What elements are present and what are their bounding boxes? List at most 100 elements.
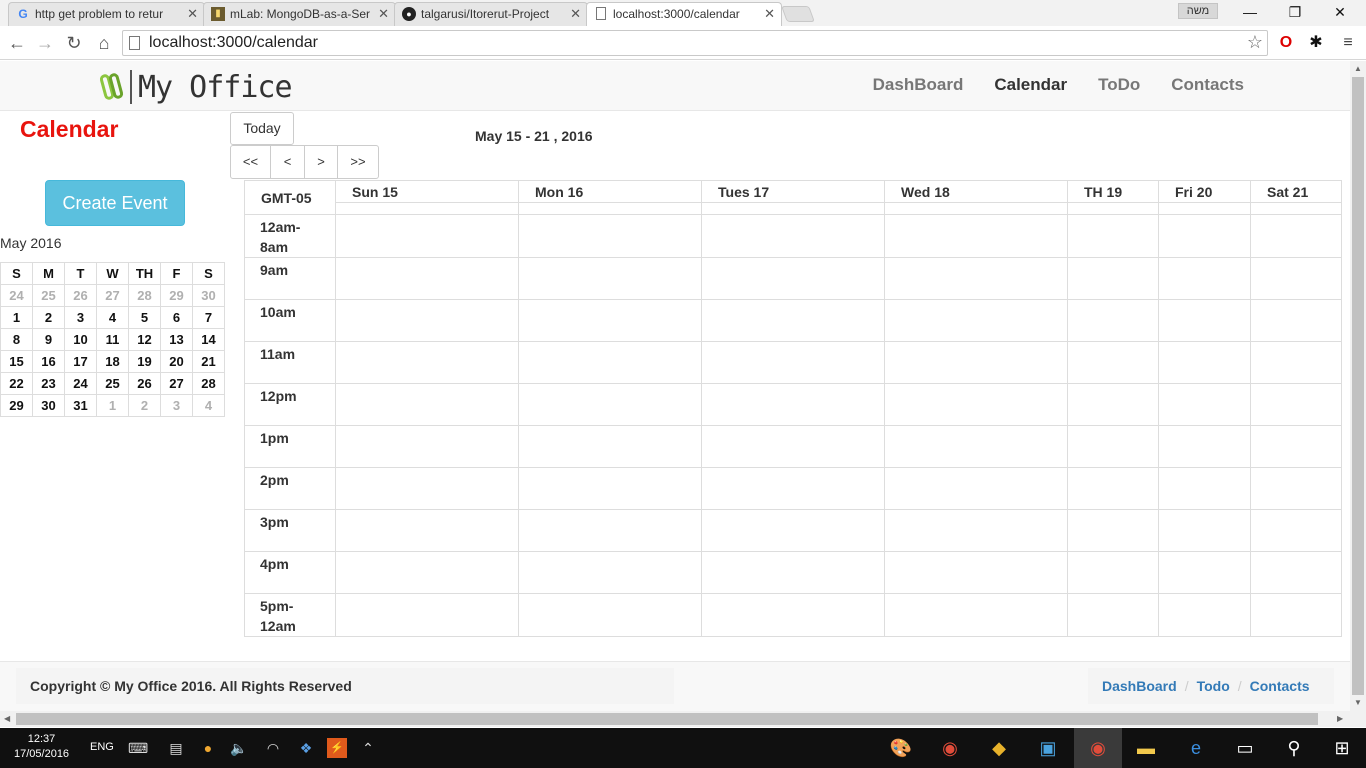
time-slot-cell[interactable]: [884, 467, 1068, 510]
close-window-icon[interactable]: ✕: [1318, 2, 1362, 24]
time-slot-cell[interactable]: [701, 383, 885, 426]
mini-calendar-day[interactable]: 15: [0, 350, 33, 373]
edge-icon[interactable]: e: [1172, 728, 1220, 768]
scroll-left-icon[interactable]: ◀: [4, 714, 10, 723]
mini-calendar-day[interactable]: 16: [32, 350, 65, 373]
mini-calendar-day[interactable]: 19: [128, 350, 161, 373]
new-tab-button[interactable]: [781, 6, 815, 22]
time-slot-cell[interactable]: [1067, 214, 1159, 258]
search-icon[interactable]: ⚲: [1270, 728, 1318, 768]
time-slot-cell[interactable]: [335, 551, 519, 594]
time-slot-cell[interactable]: [884, 341, 1068, 384]
time-slot-cell[interactable]: [1067, 551, 1159, 594]
vertical-scroll-thumb[interactable]: [1352, 77, 1364, 695]
time-slot-cell[interactable]: [1067, 593, 1159, 637]
horizontal-scrollbar[interactable]: ◀ ▶: [0, 711, 1366, 727]
bookmark-star-icon[interactable]: ☆: [1247, 32, 1263, 53]
chrome-icon[interactable]: ◉: [926, 728, 974, 768]
mini-calendar-day[interactable]: 25: [96, 372, 129, 395]
next-month-button[interactable]: >>: [338, 146, 378, 178]
close-tab-icon[interactable]: ✕: [570, 6, 581, 22]
horizontal-scroll-thumb[interactable]: [16, 713, 1318, 725]
time-slot-cell[interactable]: [1158, 299, 1251, 342]
volume-icon[interactable]: 🔈: [229, 738, 249, 758]
vertical-scrollbar[interactable]: ▲ ▼: [1350, 61, 1366, 711]
file-explorer-icon[interactable]: ▬: [1122, 728, 1170, 768]
time-slot-cell[interactable]: [1158, 551, 1251, 594]
prev-month-button[interactable]: <<: [231, 146, 271, 178]
time-slot-cell[interactable]: [701, 593, 885, 637]
time-slot-cell[interactable]: [1067, 383, 1159, 426]
mini-calendar-day[interactable]: 26: [128, 372, 161, 395]
minimize-icon[interactable]: —: [1228, 2, 1272, 24]
mini-calendar-day[interactable]: 30: [32, 394, 65, 417]
mini-calendar-day[interactable]: 12: [128, 328, 161, 351]
nav-todo[interactable]: ToDo: [1098, 75, 1140, 95]
mini-calendar-day[interactable]: 2: [128, 394, 161, 417]
time-slot-cell[interactable]: [518, 593, 702, 637]
mini-calendar-day[interactable]: 25: [32, 284, 65, 307]
time-slot-cell[interactable]: [518, 214, 702, 258]
time-slot-cell[interactable]: [1067, 299, 1159, 342]
mini-calendar-day[interactable]: 7: [192, 306, 225, 329]
back-icon[interactable]: ←: [6, 32, 28, 54]
time-slot-cell[interactable]: [1158, 257, 1251, 300]
time-slot-cell[interactable]: [701, 425, 885, 468]
time-slot-cell[interactable]: [335, 425, 519, 468]
mini-calendar-day[interactable]: 13: [160, 328, 193, 351]
time-slot-cell[interactable]: [884, 425, 1068, 468]
footer-link-dashboard[interactable]: DashBoard: [1102, 678, 1177, 694]
start-icon[interactable]: ⊞: [1318, 728, 1366, 768]
app-window-icon[interactable]: ▣: [1024, 728, 1072, 768]
time-slot-cell[interactable]: [518, 383, 702, 426]
git-icon[interactable]: ◆: [975, 728, 1023, 768]
time-slot-cell[interactable]: [335, 467, 519, 510]
forward-icon[interactable]: →: [34, 32, 56, 54]
close-tab-icon[interactable]: ✕: [764, 6, 775, 22]
mini-calendar-day[interactable]: 8: [0, 328, 33, 351]
opera-extension-icon[interactable]: O: [1275, 32, 1297, 54]
time-slot-cell[interactable]: [884, 593, 1068, 637]
next-week-button[interactable]: >: [305, 146, 338, 178]
browser-tab[interactable]: ● talgarusi/Itorerut-Project ✕: [394, 2, 588, 26]
time-slot-cell[interactable]: [701, 467, 885, 510]
time-slot-cell[interactable]: [518, 425, 702, 468]
mini-calendar-day[interactable]: 14: [192, 328, 225, 351]
reload-icon[interactable]: ↻: [63, 32, 85, 54]
time-slot-cell[interactable]: [518, 257, 702, 300]
page-info-icon[interactable]: [129, 36, 140, 50]
mini-calendar-day[interactable]: 27: [160, 372, 193, 395]
scroll-down-icon[interactable]: ▼: [1354, 698, 1362, 707]
time-slot-cell[interactable]: [1158, 593, 1251, 637]
time-slot-cell[interactable]: [1158, 383, 1251, 426]
action-center-icon[interactable]: ▤: [166, 738, 186, 758]
time-slot-cell[interactable]: [1250, 425, 1342, 468]
scroll-right-icon[interactable]: ▶: [1337, 714, 1343, 723]
time-slot-cell[interactable]: [1067, 257, 1159, 300]
mini-calendar-day[interactable]: 27: [96, 284, 129, 307]
time-slot-cell[interactable]: [884, 214, 1068, 258]
close-tab-icon[interactable]: ✕: [187, 6, 198, 22]
time-slot-cell[interactable]: [1067, 467, 1159, 510]
mini-calendar-day[interactable]: 30: [192, 284, 225, 307]
time-slot-cell[interactable]: [884, 257, 1068, 300]
footer-link-contacts[interactable]: Contacts: [1250, 678, 1310, 694]
mini-calendar-day[interactable]: 31: [64, 394, 97, 417]
mini-calendar-day[interactable]: 20: [160, 350, 193, 373]
mini-calendar-day[interactable]: 2: [32, 306, 65, 329]
time-slot-cell[interactable]: [701, 257, 885, 300]
mini-calendar-day[interactable]: 29: [160, 284, 193, 307]
time-slot-cell[interactable]: [1250, 593, 1342, 637]
nav-calendar[interactable]: Calendar: [994, 75, 1067, 95]
time-slot-cell[interactable]: [518, 509, 702, 552]
mini-calendar-day[interactable]: 28: [128, 284, 161, 307]
bug-extension-icon[interactable]: ✱: [1305, 32, 1327, 54]
time-slot-cell[interactable]: [1158, 509, 1251, 552]
prev-week-button[interactable]: <: [271, 146, 305, 178]
time-slot-cell[interactable]: [1067, 509, 1159, 552]
mini-calendar-day[interactable]: 3: [64, 306, 97, 329]
time-slot-cell[interactable]: [335, 257, 519, 300]
mini-calendar-day[interactable]: 4: [192, 394, 225, 417]
time-slot-cell[interactable]: [335, 341, 519, 384]
language-indicator[interactable]: ENG: [90, 741, 114, 753]
